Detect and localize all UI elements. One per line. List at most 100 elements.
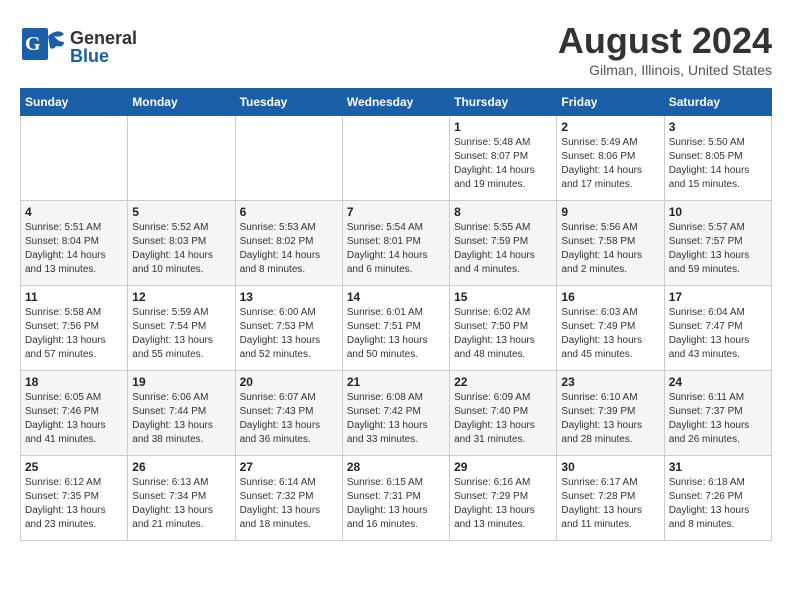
calendar-cell — [342, 116, 449, 201]
calendar-cell: 8 Sunrise: 5:55 AM Sunset: 7:59 PM Daylig… — [450, 201, 557, 286]
day-number: 10 — [669, 205, 767, 219]
day-number: 19 — [132, 375, 230, 389]
calendar-cell: 29 Sunrise: 6:16 AM Sunset: 7:29 PM Dayli… — [450, 456, 557, 541]
day-number: 13 — [240, 290, 338, 304]
day-number: 9 — [561, 205, 659, 219]
logo-blue-text: Blue — [70, 47, 137, 65]
calendar-week-5: 25 Sunrise: 6:12 AM Sunset: 7:35 PM Dayli… — [21, 456, 772, 541]
day-info: Sunrise: 6:17 AM Sunset: 7:28 PM Dayligh… — [561, 476, 659, 532]
day-info: Sunrise: 6:05 AM Sunset: 7:46 PM Dayligh… — [25, 391, 123, 447]
weekday-header-saturday: Saturday — [664, 89, 771, 116]
day-number: 18 — [25, 375, 123, 389]
location-title: Gilman, Illinois, United States — [558, 62, 772, 78]
day-info: Sunrise: 6:18 AM Sunset: 7:26 PM Dayligh… — [669, 476, 767, 532]
day-number: 22 — [454, 375, 552, 389]
calendar-cell: 15Sunrise: 6:02 AM Sunset: 7:50 PM Dayli… — [450, 286, 557, 371]
logo-icon: G — [20, 20, 68, 68]
calendar-cell: 11Sunrise: 5:58 AM Sunset: 7:56 PM Dayli… — [21, 286, 128, 371]
weekday-header-wednesday: Wednesday — [342, 89, 449, 116]
day-info: Sunrise: 5:53 AM Sunset: 8:02 PM Dayligh… — [240, 221, 338, 277]
calendar-cell: 12 Sunrise: 5:59 AM Sunset: 7:54 PM Dayli… — [128, 286, 235, 371]
svg-text:G: G — [25, 33, 41, 55]
day-number: 30 — [561, 460, 659, 474]
day-number: 29 — [454, 460, 552, 474]
day-info: Sunrise: 6:10 AM Sunset: 7:39 PM Dayligh… — [561, 391, 659, 447]
calendar-cell — [235, 116, 342, 201]
weekday-header-thursday: Thursday — [450, 89, 557, 116]
day-number: 12 — [132, 290, 230, 304]
weekday-header-row: SundayMondayTuesdayWednesdayThursdayFrid… — [21, 89, 772, 116]
day-info: Sunrise: 6:16 AM Sunset: 7:29 PM Dayligh… — [454, 476, 552, 532]
weekday-header-monday: Monday — [128, 89, 235, 116]
day-info: Sunrise: 6:12 AM Sunset: 7:35 PM Dayligh… — [25, 476, 123, 532]
calendar-cell: 22 Sunrise: 6:09 AM Sunset: 7:40 PM Dayli… — [450, 371, 557, 456]
day-info: Sunrise: 6:09 AM Sunset: 7:40 PM Dayligh… — [454, 391, 552, 447]
day-info: Sunrise: 6:14 AM Sunset: 7:32 PM Dayligh… — [240, 476, 338, 532]
day-number: 8 — [454, 205, 552, 219]
calendar-week-2: 4 Sunrise: 5:51 AM Sunset: 8:04 PM Daylig… — [21, 201, 772, 286]
calendar-table: SundayMondayTuesdayWednesdayThursdayFrid… — [20, 88, 772, 541]
day-info: Sunrise: 5:59 AM Sunset: 7:54 PM Dayligh… — [132, 306, 230, 362]
day-number: 1 — [454, 120, 552, 134]
title-block: August 2024 Gilman, Illinois, United Sta… — [558, 20, 772, 78]
day-number: 17 — [669, 290, 767, 304]
day-number: 7 — [347, 205, 445, 219]
day-number: 14 — [347, 290, 445, 304]
weekday-header-friday: Friday — [557, 89, 664, 116]
day-info: Sunrise: 6:01 AM Sunset: 7:51 PM Dayligh… — [347, 306, 445, 362]
calendar-cell: 23 Sunrise: 6:10 AM Sunset: 7:39 PM Dayli… — [557, 371, 664, 456]
calendar-cell: 13Sunrise: 6:00 AM Sunset: 7:53 PM Dayli… — [235, 286, 342, 371]
calendar-body: 1 Sunrise: 5:48 AM Sunset: 8:07 PM Daylig… — [21, 116, 772, 541]
calendar-cell: 3 Sunrise: 5:50 AM Sunset: 8:05 PM Daylig… — [664, 116, 771, 201]
day-number: 28 — [347, 460, 445, 474]
calendar-header: SundayMondayTuesdayWednesdayThursdayFrid… — [21, 89, 772, 116]
day-number: 31 — [669, 460, 767, 474]
day-info: Sunrise: 5:56 AM Sunset: 7:58 PM Dayligh… — [561, 221, 659, 277]
day-number: 11 — [25, 290, 123, 304]
calendar-cell: 27 Sunrise: 6:14 AM Sunset: 7:32 PM Dayli… — [235, 456, 342, 541]
day-info: Sunrise: 5:57 AM Sunset: 7:57 PM Dayligh… — [669, 221, 767, 277]
calendar-cell: 21 Sunrise: 6:08 AM Sunset: 7:42 PM Dayli… — [342, 371, 449, 456]
day-number: 27 — [240, 460, 338, 474]
day-number: 26 — [132, 460, 230, 474]
day-number: 3 — [669, 120, 767, 134]
calendar-week-3: 11Sunrise: 5:58 AM Sunset: 7:56 PM Dayli… — [21, 286, 772, 371]
calendar-week-4: 18 Sunrise: 6:05 AM Sunset: 7:46 PM Dayli… — [21, 371, 772, 456]
day-number: 15 — [454, 290, 552, 304]
calendar-cell: 6 Sunrise: 5:53 AM Sunset: 8:02 PM Daylig… — [235, 201, 342, 286]
day-info: Sunrise: 6:08 AM Sunset: 7:42 PM Dayligh… — [347, 391, 445, 447]
calendar-cell: 5Sunrise: 5:52 AM Sunset: 8:03 PM Daylig… — [128, 201, 235, 286]
day-info: Sunrise: 6:13 AM Sunset: 7:34 PM Dayligh… — [132, 476, 230, 532]
calendar-cell: 7 Sunrise: 5:54 AM Sunset: 8:01 PM Daylig… — [342, 201, 449, 286]
day-number: 23 — [561, 375, 659, 389]
calendar-cell: 9 Sunrise: 5:56 AM Sunset: 7:58 PM Daylig… — [557, 201, 664, 286]
day-number: 20 — [240, 375, 338, 389]
day-info: Sunrise: 5:48 AM Sunset: 8:07 PM Dayligh… — [454, 136, 552, 192]
day-info: Sunrise: 5:54 AM Sunset: 8:01 PM Dayligh… — [347, 221, 445, 277]
month-title: August 2024 — [558, 20, 772, 62]
day-info: Sunrise: 6:06 AM Sunset: 7:44 PM Dayligh… — [132, 391, 230, 447]
day-number: 2 — [561, 120, 659, 134]
day-info: Sunrise: 5:49 AM Sunset: 8:06 PM Dayligh… — [561, 136, 659, 192]
day-info: Sunrise: 6:07 AM Sunset: 7:43 PM Dayligh… — [240, 391, 338, 447]
day-info: Sunrise: 5:50 AM Sunset: 8:05 PM Dayligh… — [669, 136, 767, 192]
day-info: Sunrise: 5:55 AM Sunset: 7:59 PM Dayligh… — [454, 221, 552, 277]
calendar-week-1: 1 Sunrise: 5:48 AM Sunset: 8:07 PM Daylig… — [21, 116, 772, 201]
logo-name: General Blue — [70, 29, 137, 65]
calendar-cell: 4 Sunrise: 5:51 AM Sunset: 8:04 PM Daylig… — [21, 201, 128, 286]
calendar-cell: 25 Sunrise: 6:12 AM Sunset: 7:35 PM Dayli… — [21, 456, 128, 541]
day-info: Sunrise: 5:51 AM Sunset: 8:04 PM Dayligh… — [25, 221, 123, 277]
calendar-cell: 26 Sunrise: 6:13 AM Sunset: 7:34 PM Dayli… — [128, 456, 235, 541]
day-number: 21 — [347, 375, 445, 389]
day-info: Sunrise: 6:15 AM Sunset: 7:31 PM Dayligh… — [347, 476, 445, 532]
calendar-cell: 16Sunrise: 6:03 AM Sunset: 7:49 PM Dayli… — [557, 286, 664, 371]
calendar-cell: 19 Sunrise: 6:06 AM Sunset: 7:44 PM Dayli… — [128, 371, 235, 456]
calendar-cell: 1 Sunrise: 5:48 AM Sunset: 8:07 PM Daylig… — [450, 116, 557, 201]
day-info: Sunrise: 6:04 AM Sunset: 7:47 PM Dayligh… — [669, 306, 767, 362]
day-number: 4 — [25, 205, 123, 219]
day-number: 6 — [240, 205, 338, 219]
day-info: Sunrise: 6:03 AM Sunset: 7:49 PM Dayligh… — [561, 306, 659, 362]
day-number: 25 — [25, 460, 123, 474]
logo: G General Blue — [20, 20, 137, 73]
calendar-cell — [128, 116, 235, 201]
